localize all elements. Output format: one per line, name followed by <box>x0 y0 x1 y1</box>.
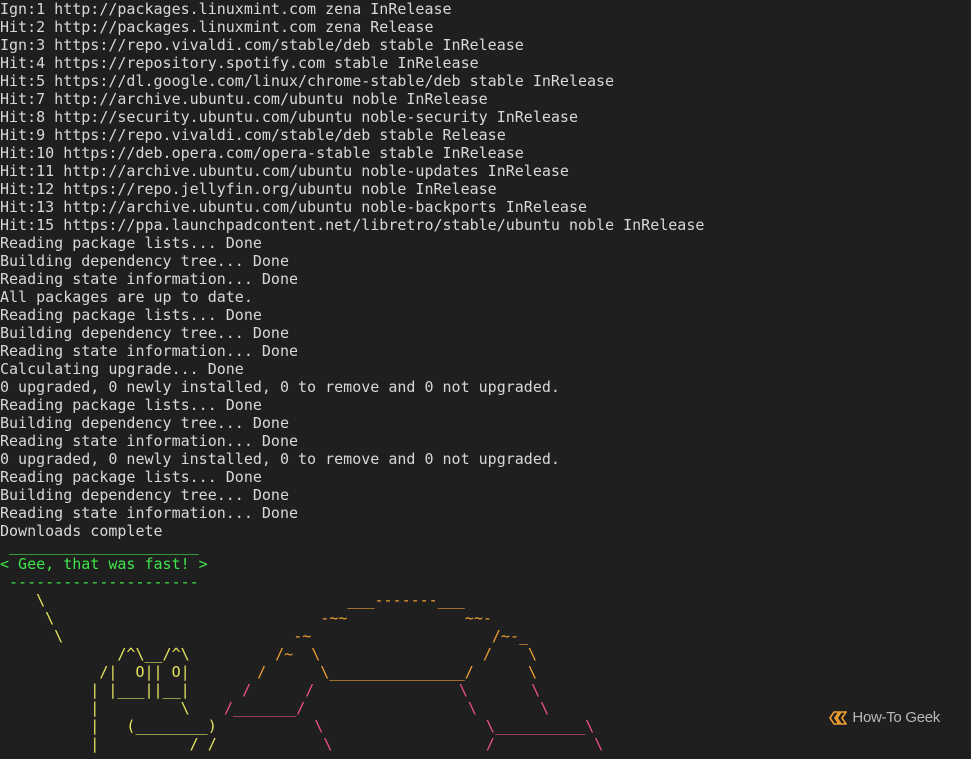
terminal-line: Hit:15 https://ppa.launchpadcontent.net/… <box>0 216 705 234</box>
terminal-line: 0 upgraded, 0 newly installed, 0 to remo… <box>0 378 560 396</box>
terminal-line: Ign:1 http://packages.linuxmint.com zena… <box>0 0 452 18</box>
speech-bubble-top: _____________________ <box>0 537 199 555</box>
terminal-output: Ign:1 http://packages.linuxmint.com zena… <box>0 0 971 540</box>
terminal-line: Hit:5 https://dl.google.com/linux/chrome… <box>0 72 615 90</box>
terminal-line: Hit:4 https://repository.spotify.com sta… <box>0 54 479 72</box>
terminal-line: Hit:10 https://deb.opera.com/opera-stabl… <box>0 144 524 162</box>
terminal-line: Ign:3 https://repo.vivaldi.com/stable/de… <box>0 36 524 54</box>
speech-bubble-bottom: --------------------- <box>0 573 199 591</box>
ascii-speech-tail: \ \ \ <box>36 591 64 645</box>
terminal-line: Hit:8 http://security.ubuntu.com/ubuntu … <box>0 108 578 126</box>
ascii-shell-bottom: / / \ \ /_______/ \ \ \ \__________\ \ /… <box>224 681 604 753</box>
ascii-shell-top: ___-------___ -~~ ~~- -~ /~-_ /~ \ / \ /… <box>257 591 538 681</box>
terminal-line: Hit:11 http://archive.ubuntu.com/ubuntu … <box>0 162 569 180</box>
terminal-line: Reading package lists... Done <box>0 306 262 324</box>
terminal-line: Reading state information... Done <box>0 342 299 360</box>
terminal-line: Reading state information... Done <box>0 270 299 288</box>
terminal-line: All packages are up to date. <box>0 288 253 306</box>
terminal-line: Reading state information... Done <box>0 432 299 450</box>
how-to-geek-logo-icon <box>829 710 848 725</box>
terminal-line: 0 upgraded, 0 newly installed, 0 to remo… <box>0 450 560 468</box>
terminal-line: Reading package lists... Done <box>0 468 262 486</box>
terminal-window[interactable]: Ign:1 http://packages.linuxmint.com zena… <box>0 0 971 759</box>
terminal-line: Building dependency tree... Done <box>0 324 289 342</box>
terminal-line: Building dependency tree... Done <box>0 414 289 432</box>
terminal-line: Hit:2 http://packages.linuxmint.com zena… <box>0 18 434 36</box>
terminal-line: Hit:12 https://repo.jellyfin.org/ubuntu … <box>0 180 497 198</box>
terminal-line: Hit:13 http://archive.ubuntu.com/ubuntu … <box>0 198 587 216</box>
watermark-text: How-To Geek <box>852 709 940 726</box>
terminal-line: Building dependency tree... Done <box>0 252 289 270</box>
terminal-line: Hit:9 https://repo.vivaldi.com/stable/de… <box>0 126 506 144</box>
watermark: How-To Geek <box>829 709 940 726</box>
terminal-line: Reading package lists... Done <box>0 234 262 252</box>
terminal-line: Reading package lists... Done <box>0 396 262 414</box>
terminal-line: Hit:7 http://archive.ubuntu.com/ubuntu n… <box>0 90 488 108</box>
ascii-character: /^\__/^\ /| O|| O| | |___||__| | \ | (__… <box>90 645 217 753</box>
speech-bubble-text: < Gee, that was fast! > <box>0 555 208 573</box>
terminal-line: Reading state information... Done <box>0 504 299 522</box>
terminal-line: Building dependency tree... Done <box>0 486 289 504</box>
terminal-line: Calculating upgrade... Done <box>0 360 244 378</box>
